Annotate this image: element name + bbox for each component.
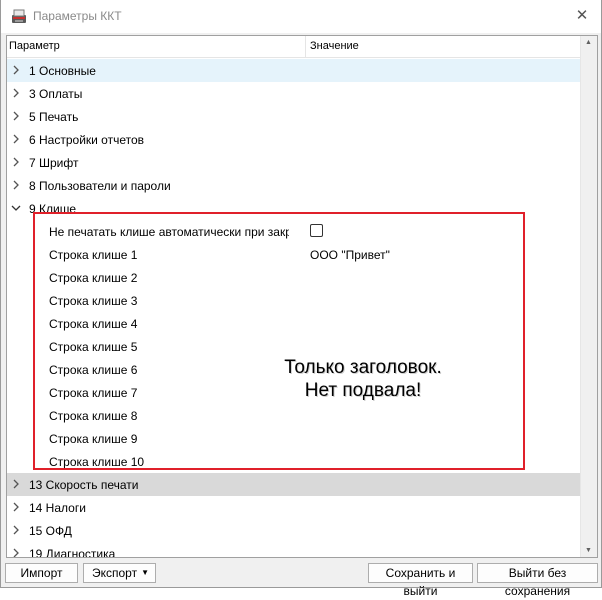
- chevron-right-icon[interactable]: [10, 547, 22, 558]
- exit-without-saving-button[interactable]: Выйти без сохранения: [477, 563, 598, 598]
- property-label: Строка клише 8: [49, 409, 138, 423]
- column-header-value[interactable]: Значение: [310, 40, 359, 52]
- export-button[interactable]: Экспорт ▼: [83, 563, 156, 583]
- group-row-1[interactable]: 1 Основные: [7, 59, 581, 82]
- property-label: Строка клише 2: [49, 271, 138, 285]
- annotation-line-1: Только заголовок.: [284, 357, 442, 378]
- property-row-cliche-8[interactable]: Строка клише 8: [7, 404, 581, 427]
- group-row-8[interactable]: 8 Пользователи и пароли: [7, 174, 581, 197]
- column-header-parameter[interactable]: Параметр: [9, 40, 60, 52]
- property-row-cliche-9[interactable]: Строка клише 9: [7, 427, 581, 450]
- group-label: 5 Печать: [29, 110, 79, 124]
- property-label: Строка клише 5: [49, 340, 138, 354]
- property-row-cliche-10[interactable]: Строка клише 10: [7, 450, 581, 473]
- chevron-right-icon[interactable]: [10, 501, 22, 513]
- import-button[interactable]: Импорт: [5, 563, 78, 583]
- grid-header: Параметр Значение: [7, 36, 581, 58]
- chevron-right-icon[interactable]: [10, 478, 22, 490]
- annotation-line-2: Нет подвала!: [304, 380, 422, 401]
- property-grid[interactable]: Параметр Значение 1 Основные 3 Оплаты 5 …: [6, 35, 598, 558]
- group-label: 1 Основные: [29, 64, 96, 78]
- title-bar: Параметры ККТ ✕: [1, 0, 601, 33]
- property-label: Не печатать клише автоматически при закр…: [49, 225, 289, 239]
- property-value[interactable]: ООО "Привет": [310, 248, 390, 262]
- no-auto-cliche-checkbox[interactable]: [310, 224, 323, 237]
- property-row-cliche-2[interactable]: Строка клише 2: [7, 266, 581, 289]
- group-label: 3 Оплаты: [29, 87, 83, 101]
- chevron-right-icon[interactable]: [10, 133, 22, 145]
- chevron-right-icon[interactable]: [10, 156, 22, 168]
- annotation-text: Только заголовок. Нет подвала!: [263, 356, 463, 402]
- group-label: 13 Скорость печати: [29, 478, 139, 492]
- export-button-label: Экспорт: [92, 566, 138, 580]
- group-label: 15 ОФД: [29, 524, 72, 538]
- property-label: Строка клише 10: [49, 455, 145, 469]
- group-label: 9 Клише: [29, 202, 77, 216]
- group-label: 6 Настройки отчетов: [29, 133, 145, 147]
- chevron-right-icon[interactable]: [10, 524, 22, 536]
- window-title: Параметры ККТ: [33, 9, 122, 23]
- property-label: Строка клише 6: [49, 363, 138, 377]
- group-label: 8 Пользователи и пароли: [29, 179, 171, 193]
- dropdown-arrow-icon: ▼: [141, 568, 149, 577]
- group-row-5[interactable]: 5 Печать: [7, 105, 581, 128]
- group-row-19[interactable]: 19 Диагностика: [7, 542, 581, 558]
- property-row-cliche-3[interactable]: Строка клише 3: [7, 289, 581, 312]
- scroll-up-icon[interactable]: ▲: [585, 39, 592, 46]
- group-row-3[interactable]: 3 Оплаты: [7, 82, 581, 105]
- dialog-window: Параметры ККТ ✕ Параметр Значение 1 Осно…: [0, 0, 602, 598]
- group-row-13[interactable]: 13 Скорость печати: [7, 473, 581, 496]
- property-label: Строка клише 1: [49, 248, 138, 262]
- scroll-down-icon[interactable]: ▼: [585, 547, 592, 554]
- vertical-scrollbar[interactable]: ▲ ▼: [580, 36, 597, 557]
- group-row-15[interactable]: 15 ОФД: [7, 519, 581, 542]
- group-label: 7 Шрифт: [29, 156, 79, 170]
- save-and-exit-label: Сохранить и выйти: [385, 566, 456, 598]
- close-button[interactable]: ✕: [569, 4, 595, 28]
- property-label: Строка клише 3: [49, 294, 138, 308]
- chevron-right-icon[interactable]: [10, 110, 22, 122]
- property-row-cliche-1[interactable]: Строка клише 1 ООО "Привет": [7, 243, 581, 266]
- group-row-9[interactable]: 9 Клише: [7, 197, 581, 220]
- group-row-14[interactable]: 14 Налоги: [7, 496, 581, 519]
- property-label: Строка клише 9: [49, 432, 138, 446]
- cash-register-icon: [12, 9, 26, 23]
- import-button-label: Импорт: [20, 566, 63, 580]
- property-row-cliche-4[interactable]: Строка клише 4: [7, 312, 581, 335]
- group-label: 14 Налоги: [29, 501, 86, 515]
- save-and-exit-button[interactable]: Сохранить и выйти: [368, 563, 473, 598]
- close-icon: ✕: [575, 7, 589, 24]
- chevron-right-icon[interactable]: [10, 64, 22, 76]
- column-divider[interactable]: [305, 36, 306, 57]
- chevron-right-icon[interactable]: [10, 87, 22, 99]
- property-row-cliche-5[interactable]: Строка клише 5: [7, 335, 581, 358]
- chevron-right-icon[interactable]: [10, 179, 22, 191]
- group-row-7[interactable]: 7 Шрифт: [7, 151, 581, 174]
- group-row-6[interactable]: 6 Настройки отчетов: [7, 128, 581, 151]
- property-label: Строка клише 7: [49, 386, 138, 400]
- property-label: Строка клише 4: [49, 317, 138, 331]
- property-row-no-auto-cliche[interactable]: Не печатать клише автоматически при закр…: [7, 220, 581, 243]
- exit-without-saving-label: Выйти без сохранения: [504, 566, 571, 598]
- chevron-down-icon[interactable]: [10, 202, 22, 214]
- group-label: 19 Диагностика: [29, 547, 116, 558]
